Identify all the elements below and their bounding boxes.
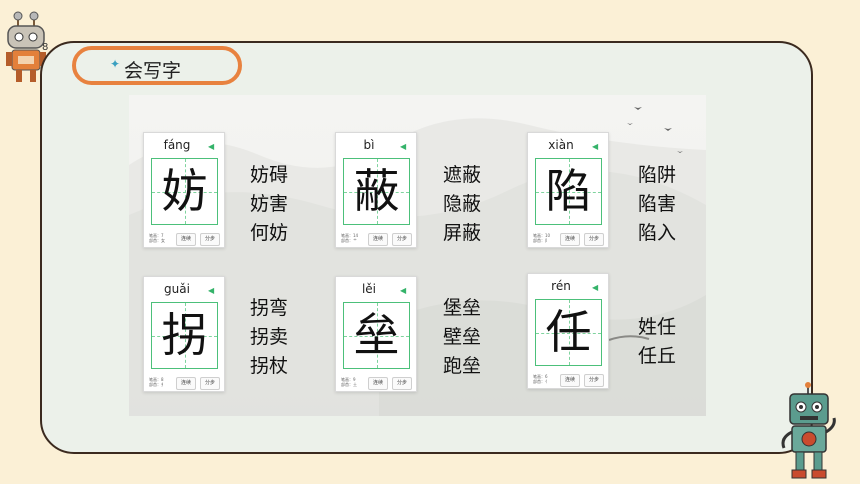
word-list: 遮蔽 隐蔽 屏蔽: [443, 164, 482, 244]
character-card[interactable]: lěi ◀ 垒 笔画：9 部首：土 连续 分步: [335, 276, 417, 392]
step-button[interactable]: 分步: [200, 377, 221, 390]
stroke-info: 笔画：9 部首：土: [341, 377, 357, 387]
writing-grid: 垒: [343, 302, 410, 369]
bird-icon: ✦: [110, 57, 121, 71]
stroke-info: 笔画：7 部首：女: [149, 233, 165, 243]
stroke-info: 笔画：10 部首：阝: [533, 233, 551, 243]
stroke-info: 笔画：6 部首：亻: [533, 374, 549, 384]
speaker-icon[interactable]: ◀: [208, 143, 216, 151]
continuous-button[interactable]: 连续: [368, 377, 389, 390]
pinyin-label: xiàn: [548, 138, 574, 152]
character-glyph: 妨: [161, 164, 208, 218]
pinyin-label: guǎi: [164, 282, 190, 296]
step-button[interactable]: 分步: [584, 374, 605, 387]
section-title-pill: ✦ 会写字: [72, 46, 242, 85]
word-list: 陷阱 陷害 陷入: [638, 164, 677, 244]
character-glyph: 陷: [545, 164, 592, 218]
word-list: 妨碍 妨害 何妨: [250, 164, 289, 244]
character-card[interactable]: bì ◀ 蔽 笔画：14 部首：艹 连续 分步: [335, 132, 417, 248]
character-card[interactable]: guǎi ◀ 拐 笔画：8 部首：扌 连续 分步: [143, 276, 225, 392]
writing-grid: 妨: [151, 158, 218, 225]
character-glyph: 垒: [353, 308, 400, 362]
character-card[interactable]: xiàn ◀ 陷 笔画：10 部首：阝 连续 分步: [527, 132, 609, 248]
robot-mascot-icon: [781, 382, 836, 479]
speaker-icon[interactable]: ◀: [592, 284, 600, 292]
speaker-icon[interactable]: ◀: [208, 287, 216, 295]
pinyin-label: rén: [551, 279, 571, 293]
step-button[interactable]: 分步: [392, 233, 413, 246]
stroke-info: 笔画：8 部首：扌: [149, 377, 165, 387]
section-title: 会写字: [124, 60, 182, 82]
word-list: 拐弯 拐卖 拐杖: [250, 297, 289, 377]
word-list: 堡垒 壁垒 跑垒: [443, 297, 482, 377]
writing-grid: 陷: [535, 158, 602, 225]
pinyin-label: fáng: [163, 138, 191, 152]
pinyin-label: bì: [363, 138, 375, 152]
step-button[interactable]: 分步: [200, 233, 221, 246]
character-glyph: 蔽: [353, 164, 400, 218]
step-button[interactable]: 分步: [584, 233, 605, 246]
lesson-slide: fáng ◀ 妨 笔画：7 部首：女 连续 分步 妨碍 妨害 何妨 bì ◀ 蔽 笔画…: [129, 95, 706, 416]
writing-grid: 任: [535, 299, 602, 366]
stroke-info: 笔画：14 部首：艹: [341, 233, 359, 243]
pinyin-label: lěi: [361, 282, 377, 296]
speaker-icon[interactable]: ◀: [400, 143, 408, 151]
word-list: 姓任 任丘: [638, 316, 677, 367]
svg-text:8: 8: [42, 42, 48, 53]
character-card[interactable]: fáng ◀ 妨 笔画：7 部首：女 连续 分步: [143, 132, 225, 248]
character-glyph: 拐: [161, 308, 208, 362]
step-button[interactable]: 分步: [392, 377, 413, 390]
writing-grid: 蔽: [343, 158, 410, 225]
continuous-button[interactable]: 连续: [560, 233, 581, 246]
character-card[interactable]: rén ◀ 任 笔画：6 部首：亻 连续 分步: [527, 273, 609, 389]
speaker-icon[interactable]: ◀: [400, 287, 408, 295]
speaker-icon[interactable]: ◀: [592, 143, 600, 151]
continuous-button[interactable]: 连续: [560, 374, 581, 387]
writing-grid: 拐: [151, 302, 218, 369]
character-glyph: 任: [545, 305, 592, 359]
continuous-button[interactable]: 连续: [176, 377, 197, 390]
continuous-button[interactable]: 连续: [176, 233, 197, 246]
continuous-button[interactable]: 连续: [368, 233, 389, 246]
